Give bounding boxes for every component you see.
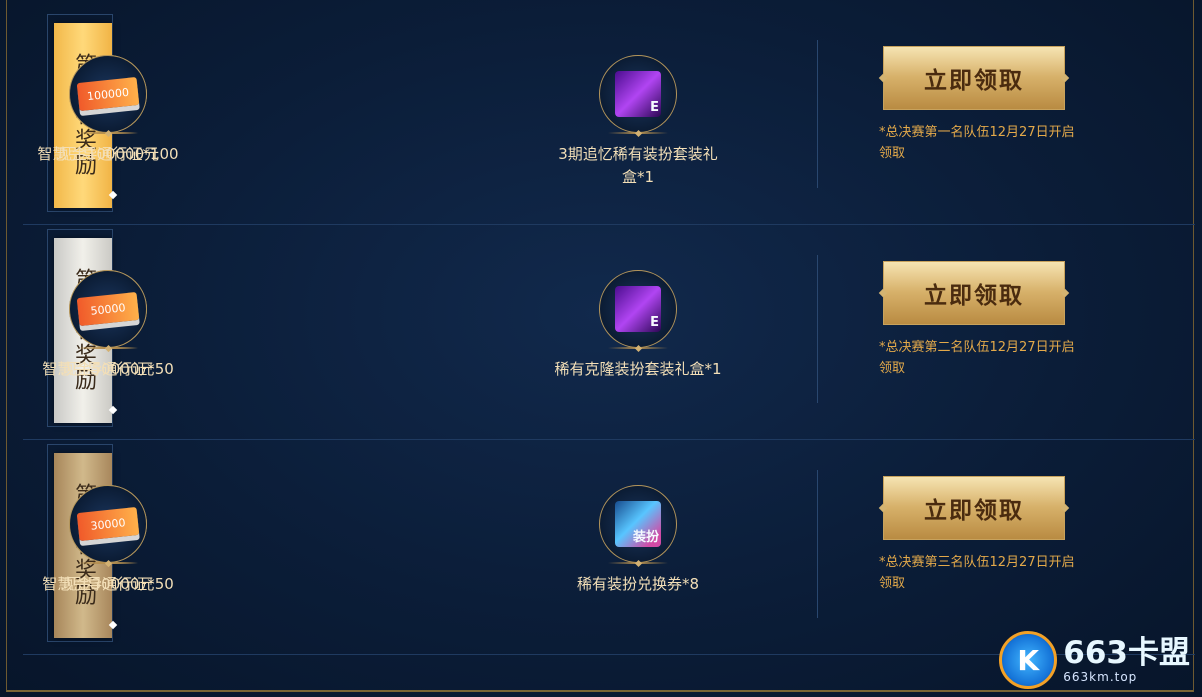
button-ornament xyxy=(1060,288,1070,298)
reward-icon-frame: E xyxy=(599,270,677,348)
reward-row-first: 第一名奖励 E 3期追忆稀有装扮套装礼盒*1 E 智慧引导通行证*100 100… xyxy=(23,10,1195,225)
claim-button-third[interactable]: 立即领取 xyxy=(878,476,1070,540)
reward-name: 现金50000元 xyxy=(61,360,155,378)
reward-name: 现金30000元 xyxy=(61,575,155,593)
reward-icon-frame: 100000 xyxy=(69,55,147,133)
claim-label: 立即领取 xyxy=(924,282,1024,308)
row-divider xyxy=(817,470,818,618)
reward-row-third: 第三名奖励 装扮 稀有装扮兑换券*8 E 智慧引导通行证*50 30000 现金… xyxy=(23,440,1195,655)
button-ornament xyxy=(1060,503,1070,513)
reward-name: 稀有克隆装扮套装礼盒*1 xyxy=(554,360,722,378)
reward-item: 装扮 稀有装扮兑换券*8 xyxy=(553,485,723,596)
row-divider xyxy=(817,255,818,403)
reward-name: 现金100000元 xyxy=(56,145,160,163)
claim-button-second[interactable]: 立即领取 xyxy=(878,261,1070,325)
cash-icon: 30000 xyxy=(76,506,140,542)
reward-item: 100000 现金100000元 xyxy=(23,55,193,166)
claim-note: *总决赛第一名队伍12月27日开启领取 xyxy=(879,125,1075,161)
logo-main: 663卡盟 xyxy=(1063,635,1190,671)
claim-button-first[interactable]: 立即领取 xyxy=(878,46,1070,110)
reward-name: 3期追忆稀有装扮套装礼盒*1 xyxy=(558,145,718,186)
reward-panel-frame: 第一名奖励 E 3期追忆稀有装扮套装礼盒*1 E 智慧引导通行证*100 100… xyxy=(6,0,1195,692)
reward-item: 50000 现金50000元 xyxy=(23,270,193,381)
cash-icon: 50000 xyxy=(76,291,140,327)
button-ornament xyxy=(1060,73,1070,83)
button-ornament xyxy=(878,73,888,83)
button-ornament xyxy=(878,288,888,298)
item-tag: 装扮 xyxy=(632,530,659,545)
reward-item: E 3期追忆稀有装扮套装礼盒*1 xyxy=(553,55,723,189)
reward-row-second: 第二名奖励 E 稀有克隆装扮套装礼盒*1 E 智慧引导通行证*50 50000 … xyxy=(23,225,1195,440)
rank-dot xyxy=(108,405,118,415)
reward-icon-frame: 30000 xyxy=(69,485,147,563)
reward-icon-frame: E xyxy=(599,55,677,133)
reward-name: 稀有装扮兑换券*8 xyxy=(576,575,700,593)
claim-label: 立即领取 xyxy=(924,497,1024,523)
claim-label: 立即领取 xyxy=(924,67,1024,93)
button-ornament xyxy=(878,503,888,513)
brand-mark-icon: K xyxy=(999,631,1058,689)
clone-costume-icon: E xyxy=(615,286,661,332)
logo-sub: 663km.top xyxy=(1063,670,1138,684)
claim-note: *总决赛第二名队伍12月27日开启领取 xyxy=(879,340,1075,376)
cash-icon: 100000 xyxy=(76,76,140,112)
row-divider xyxy=(817,40,818,188)
logo-text: 663卡盟 663km.top xyxy=(1063,636,1190,684)
reward-icon-frame: 装扮 xyxy=(599,485,677,563)
item-tag: E xyxy=(650,315,659,330)
exchange-ticket-icon: 装扮 xyxy=(615,501,661,547)
reward-item: 30000 现金30000元 xyxy=(23,485,193,596)
item-tag: E xyxy=(650,100,659,115)
reward-item: E 稀有克隆装扮套装礼盒*1 xyxy=(553,270,723,381)
rank-dot xyxy=(108,620,118,630)
claim-note: *总决赛第三名队伍12月27日开启领取 xyxy=(879,555,1075,591)
reward-icon-frame: 50000 xyxy=(69,270,147,348)
costume-gift-box-icon: E xyxy=(615,71,661,117)
watermark-logo: K 663卡盟 663km.top xyxy=(999,631,1190,689)
rank-dot xyxy=(108,190,118,200)
